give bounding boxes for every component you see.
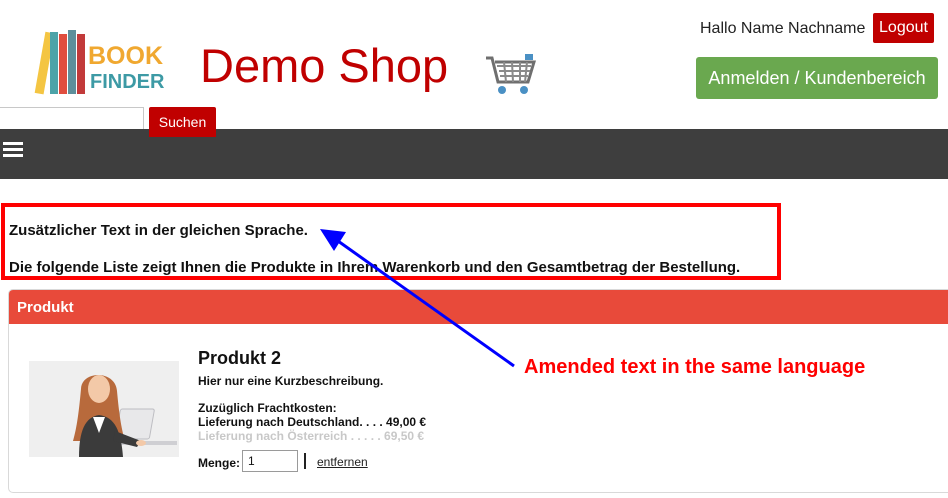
separator — [304, 453, 306, 469]
login-account-button[interactable]: Anmelden / Kundenbereich — [696, 57, 938, 99]
product-name[interactable]: Produkt 2 — [198, 348, 281, 369]
annotation-text: Amended text in the same language — [524, 356, 866, 378]
product-image[interactable] — [29, 361, 179, 457]
info-text-box: Zusätzlicher Text in der gleichen Sprach… — [1, 203, 781, 280]
logout-button[interactable]: Logout — [873, 13, 934, 43]
cart-panel: Produkt Produkt 2 Hier nur eine Kurzbesc… — [8, 289, 948, 493]
nav-bar — [0, 129, 948, 179]
greeting-text: Hallo Name Nachname — [700, 20, 866, 37]
quantity-input[interactable] — [242, 450, 298, 472]
bookfinder-logo[interactable]: BOOK FINDER — [28, 28, 168, 100]
shipping-germany: Lieferung nach Deutschland. . . . 49,00 … — [198, 415, 427, 429]
svg-text:FINDER: FINDER — [90, 71, 165, 93]
info-text-line-1: Zusätzlicher Text in der gleichen Sprach… — [9, 222, 308, 239]
cart-panel-header: Produkt — [9, 290, 948, 324]
shipping-title: Zuzüglich Frachtkosten: — [198, 401, 337, 415]
shop-title: Demo Shop — [200, 39, 449, 92]
search-button[interactable]: Suchen — [149, 107, 216, 137]
info-text-line-2: Die folgende Liste zeigt Ihnen die Produ… — [9, 259, 741, 276]
quantity-label: Menge: — [198, 456, 240, 470]
cart-panel-header-label: Produkt — [17, 299, 74, 316]
remove-link[interactable]: entfernen — [317, 455, 368, 469]
shipping-austria: Lieferung nach Österreich . . . . . 69,5… — [198, 429, 425, 443]
svg-text:BOOK: BOOK — [88, 42, 163, 70]
page: BOOK FINDER Demo Shop Hallo Name Nachnam… — [0, 0, 948, 498]
product-description: Hier nur eine Kurzbeschreibung. — [198, 374, 384, 388]
shopping-cart-icon[interactable] — [484, 50, 536, 98]
hamburger-menu-icon[interactable] — [3, 142, 23, 158]
